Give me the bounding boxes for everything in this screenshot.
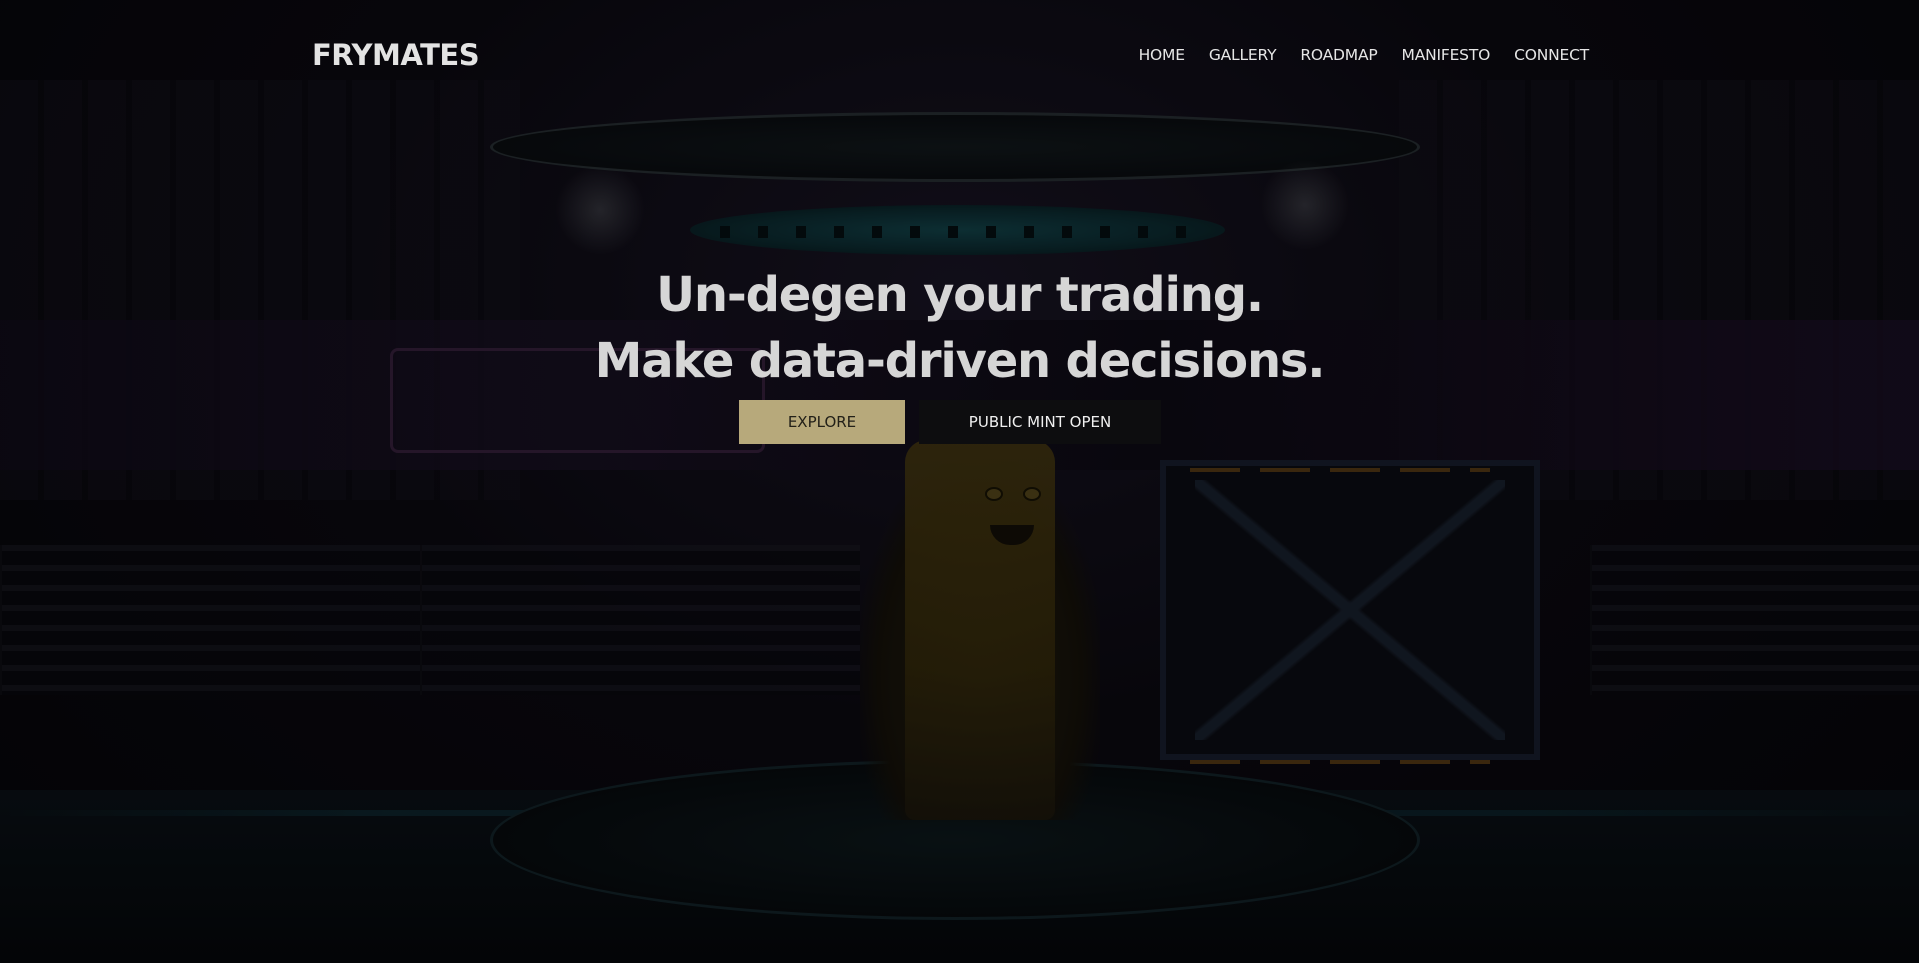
hero-section: Un-degen your trading. Make data-driven … (0, 262, 1919, 394)
site-logo[interactable]: FRYMATES (312, 38, 480, 72)
explore-button[interactable]: EXPLORE (739, 400, 905, 444)
public-mint-button[interactable]: PUBLIC MINT OPEN (919, 400, 1161, 444)
hero-headline: Un-degen your trading. Make data-driven … (0, 262, 1919, 394)
top-navbar: FRYMATES HOME GALLERY ROADMAP MANIFESTO … (0, 0, 1919, 115)
nav-link-roadmap[interactable]: ROADMAP (1300, 46, 1377, 64)
hero-headline-line-1: Un-degen your trading. (656, 267, 1264, 323)
hero-headline-line-2: Make data-driven decisions. (594, 333, 1326, 389)
nav-link-connect[interactable]: CONNECT (1514, 46, 1589, 64)
nav-link-home[interactable]: HOME (1139, 46, 1185, 64)
nav-link-gallery[interactable]: GALLERY (1209, 46, 1277, 64)
dark-overlay (0, 0, 1919, 963)
nav-link-manifesto[interactable]: MANIFESTO (1402, 46, 1491, 64)
hero-buttons: EXPLORE PUBLIC MINT OPEN (739, 400, 1161, 444)
nav-links: HOME GALLERY ROADMAP MANIFESTO CONNECT (1139, 46, 1590, 64)
hero-background-scene (0, 0, 1919, 963)
